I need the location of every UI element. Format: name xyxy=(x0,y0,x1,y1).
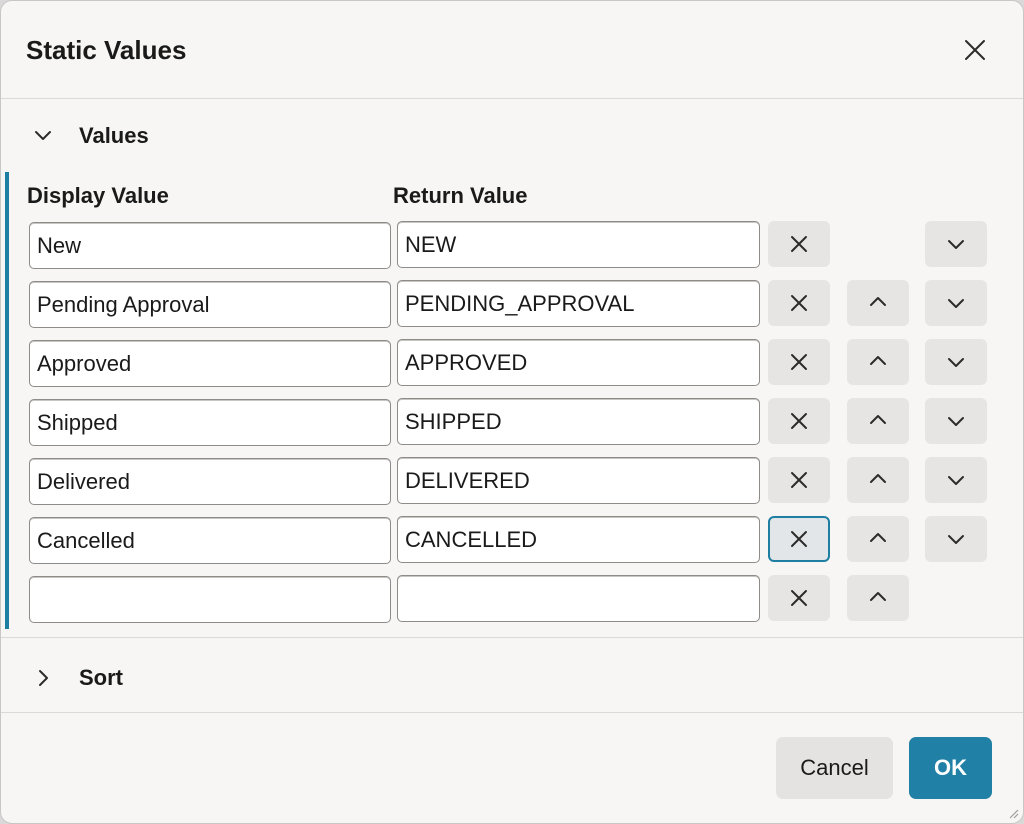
chevron-up-icon xyxy=(870,356,886,365)
return-value-input[interactable] xyxy=(397,221,760,268)
display-value-input[interactable] xyxy=(29,458,391,505)
move-down-button[interactable] xyxy=(925,221,987,267)
move-down-button[interactable] xyxy=(925,280,987,326)
chevron-up-icon xyxy=(870,533,886,542)
remove-row-button[interactable] xyxy=(768,575,830,621)
static-values-dialog: Static Values Values Display Value Retur… xyxy=(0,0,1024,824)
chevron-down-icon xyxy=(33,126,53,146)
resize-handle-icon[interactable] xyxy=(1007,807,1019,819)
remove-row-button[interactable] xyxy=(768,280,830,326)
close-icon xyxy=(791,413,807,429)
move-down-button[interactable] xyxy=(925,457,987,503)
display-value-header: Display Value xyxy=(27,183,169,208)
ok-button[interactable]: OK xyxy=(909,737,992,799)
display-value-input[interactable] xyxy=(29,576,391,623)
chevron-up-icon xyxy=(870,474,886,483)
chevron-down-icon xyxy=(948,240,964,249)
sort-section-label: Sort xyxy=(79,665,123,690)
remove-row-button[interactable] xyxy=(768,339,830,385)
display-value-input[interactable] xyxy=(29,399,391,446)
move-up-button[interactable] xyxy=(847,398,909,444)
chevron-down-icon xyxy=(948,417,964,426)
remove-row-button[interactable] xyxy=(768,457,830,503)
move-up-button[interactable] xyxy=(847,575,909,621)
move-down-button[interactable] xyxy=(925,398,987,444)
close-icon xyxy=(791,590,807,606)
return-value-input[interactable] xyxy=(397,280,760,327)
dialog-header: Static Values xyxy=(1,1,1023,99)
close-icon xyxy=(791,472,807,488)
chevron-up-icon xyxy=(870,592,886,601)
remove-row-button[interactable] xyxy=(768,516,830,562)
values-section-toggle[interactable]: Values xyxy=(33,121,149,151)
close-icon xyxy=(791,295,807,311)
cancel-button[interactable]: Cancel xyxy=(776,737,893,799)
section-divider xyxy=(1,637,1023,638)
return-value-input[interactable] xyxy=(397,339,760,386)
chevron-down-icon xyxy=(948,299,964,308)
return-value-header: Return Value xyxy=(393,183,528,208)
display-value-input[interactable] xyxy=(29,340,391,387)
region-accent-bar xyxy=(5,172,9,629)
move-down-button[interactable] xyxy=(925,516,987,562)
values-section-label: Values xyxy=(79,123,149,148)
move-up-button[interactable] xyxy=(847,516,909,562)
close-button[interactable] xyxy=(956,31,994,69)
display-value-input[interactable] xyxy=(29,517,391,564)
chevron-right-icon xyxy=(33,668,53,688)
chevron-down-icon xyxy=(948,535,964,544)
return-value-input[interactable] xyxy=(397,398,760,445)
display-value-input[interactable] xyxy=(29,281,391,328)
chevron-down-icon xyxy=(948,358,964,367)
chevron-down-icon xyxy=(948,476,964,485)
return-value-input[interactable] xyxy=(397,575,760,622)
move-down-button[interactable] xyxy=(925,339,987,385)
return-value-input[interactable] xyxy=(397,457,760,504)
sort-section-toggle[interactable]: Sort xyxy=(33,663,123,693)
move-up-button[interactable] xyxy=(847,457,909,503)
chevron-up-icon xyxy=(870,415,886,424)
close-icon xyxy=(791,531,807,547)
dialog-title: Static Values xyxy=(26,35,187,65)
move-up-button[interactable] xyxy=(847,280,909,326)
close-icon xyxy=(791,236,807,252)
remove-row-button[interactable] xyxy=(768,398,830,444)
close-icon xyxy=(791,354,807,370)
remove-row-button[interactable] xyxy=(768,221,830,267)
move-up-button[interactable] xyxy=(847,339,909,385)
return-value-input[interactable] xyxy=(397,516,760,563)
chevron-up-icon xyxy=(870,297,886,306)
display-value-input[interactable] xyxy=(29,222,391,269)
close-icon xyxy=(965,40,985,60)
